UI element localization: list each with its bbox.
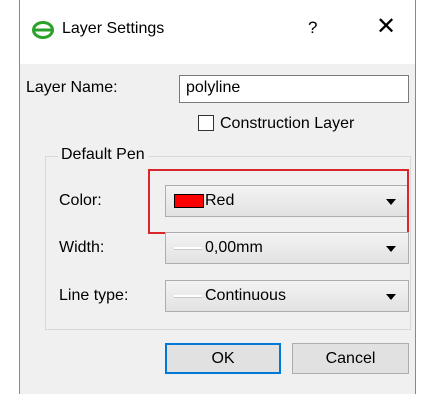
layer-settings-dialog: Layer Settings ? ✕ Layer Name: polyline … (19, 0, 416, 394)
color-label: Color: (59, 192, 102, 209)
close-button[interactable]: ✕ (376, 12, 396, 41)
cancel-button[interactable]: Cancel (292, 343, 409, 374)
title-bar: Layer Settings ? ✕ (20, 0, 415, 64)
layer-name-label: Layer Name: (26, 79, 118, 96)
construction-layer-checkbox[interactable] (198, 115, 214, 131)
construction-layer-label[interactable]: Construction Layer (220, 115, 354, 133)
line-type-select[interactable]: Continuous (165, 280, 409, 312)
color-select[interactable]: Red (165, 185, 409, 217)
width-label: Width: (59, 239, 105, 256)
default-pen-group-label: Default Pen (58, 146, 148, 164)
window-title: Layer Settings (62, 20, 165, 37)
chevron-down-icon (386, 199, 396, 205)
width-value: 0,00mm (205, 239, 263, 256)
line-type-value: Continuous (205, 287, 286, 304)
ok-button[interactable]: OK (165, 343, 281, 374)
app-logo-icon (32, 21, 54, 39)
chevron-down-icon (386, 246, 396, 252)
line-width-sample-icon (174, 247, 202, 249)
help-button[interactable]: ? (308, 18, 317, 38)
layer-name-input[interactable]: polyline (179, 75, 409, 103)
chevron-down-icon (386, 294, 396, 300)
width-select[interactable]: 0,00mm (165, 232, 409, 264)
color-value: Red (205, 192, 235, 209)
color-swatch (174, 194, 204, 208)
line-type-label: Line type: (59, 287, 129, 304)
line-type-sample-icon (174, 295, 202, 297)
